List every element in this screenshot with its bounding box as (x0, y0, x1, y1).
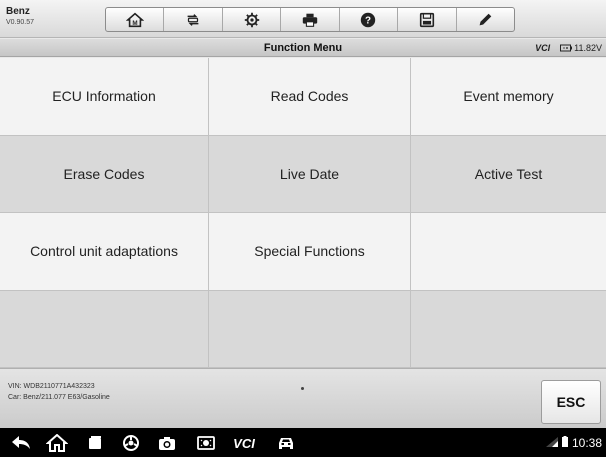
settings-button[interactable] (223, 8, 282, 31)
home-button[interactable]: M (106, 8, 165, 31)
esc-button[interactable]: ESC (541, 380, 601, 424)
edit-button[interactable] (457, 8, 514, 31)
home-nav-icon (46, 434, 68, 452)
battery-level-icon (561, 435, 568, 450)
display-settings-icon (197, 436, 215, 450)
clock: 10:38 (571, 435, 602, 450)
page-indicator-dot (301, 387, 304, 390)
print-button[interactable] (281, 8, 340, 31)
help-button[interactable]: ? (340, 8, 399, 31)
title-bar: Function Menu VCI 11.82V (0, 39, 606, 57)
vci-nav-button[interactable]: VCI (232, 434, 256, 452)
battery-voltage: 11.82V (574, 43, 602, 53)
camera-button[interactable] (157, 434, 177, 452)
battery-status: 11.82V (560, 39, 602, 57)
function-active-test[interactable]: Active Test (411, 135, 606, 213)
tool-strip: M ? (105, 7, 515, 32)
vin-label: VIN: WDB2110771A432323 (8, 383, 95, 390)
diagnostic-screen: Benz V0.90.57 M ? Function Menu VCI 11.8… (0, 0, 606, 457)
home-icon: M (125, 12, 144, 27)
recent-apps-button[interactable] (86, 434, 104, 452)
function-grid: ECU Information Read Codes Event memory … (0, 58, 606, 368)
browser-icon (123, 435, 139, 451)
svg-text:M: M (132, 19, 137, 26)
app-info: Benz V0.90.57 (6, 6, 96, 28)
home-nav-button[interactable] (46, 434, 68, 452)
android-nav-bar: VCI 10:38 (0, 428, 606, 457)
battery-icon (560, 44, 573, 52)
save-button[interactable] (398, 8, 457, 31)
page-title: Function Menu (263, 42, 343, 54)
function-control-unit-adaptations[interactable]: Control unit adaptations (0, 213, 209, 291)
edit-pen-icon (479, 13, 492, 25)
function-erase-codes[interactable]: Erase Codes (0, 135, 209, 213)
browser-button[interactable] (122, 434, 140, 452)
function-event-memory[interactable]: Event memory (411, 58, 606, 136)
vehicle-swap-button[interactable] (164, 8, 223, 31)
settings-gear-icon (244, 12, 259, 27)
empty-function-cell (0, 290, 209, 368)
signal-icon (545, 436, 558, 450)
camera-icon (159, 437, 175, 450)
empty-function-cell (209, 290, 411, 368)
vehicle-swap-icon (187, 13, 199, 26)
car-label: Car: Benz/211.077 E63/Gasoline (8, 394, 110, 401)
print-icon (302, 13, 318, 27)
function-read-codes[interactable]: Read Codes (209, 58, 411, 136)
recent-apps-icon (89, 436, 101, 449)
app-version: V0.90.57 (6, 19, 35, 26)
app-name: Benz (6, 6, 30, 17)
vci-status: VCI 11.82V (535, 39, 602, 57)
empty-function-cell (411, 290, 606, 368)
function-ecu-information[interactable]: ECU Information (0, 58, 209, 136)
vehicle-info-bar: VIN: WDB2110771A432323 Car: Benz/211.077… (0, 368, 606, 428)
svg-text:?: ? (365, 15, 371, 26)
display-settings-button[interactable] (196, 434, 216, 452)
function-special-functions[interactable]: Special Functions (209, 213, 411, 291)
help-icon: ? (361, 12, 376, 27)
vci-nav-icon: VCI (233, 435, 255, 451)
status-bar: 10:38 (545, 428, 602, 457)
vci-connection-label: VCI (535, 43, 551, 53)
car-icon (279, 438, 293, 449)
top-toolbar: Benz V0.90.57 M ? (0, 0, 606, 38)
back-arrow-icon (12, 436, 30, 449)
save-icon (419, 12, 434, 27)
function-live-date[interactable]: Live Date (209, 135, 411, 213)
car-nav-button[interactable] (276, 434, 296, 452)
back-button[interactable] (10, 434, 32, 452)
empty-function-cell (411, 213, 606, 291)
